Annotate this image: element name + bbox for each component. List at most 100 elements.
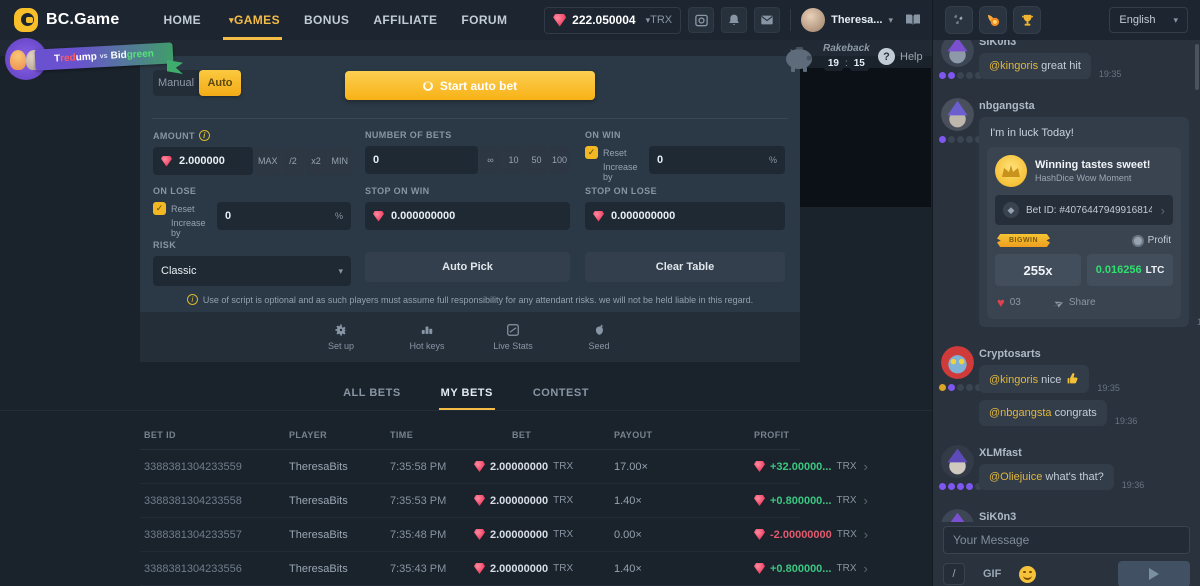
coin-drop-button[interactable] <box>979 6 1007 34</box>
nav-link-affiliate[interactable]: AFFILIATE <box>373 0 437 40</box>
clear-table-button[interactable]: Clear Table <box>585 252 785 282</box>
emoji-button[interactable] <box>1019 566 1036 583</box>
on-lose-reset-checkbox[interactable]: ✓ <box>153 202 166 215</box>
hot-keys-button[interactable]: Hot keys <box>407 323 447 351</box>
vault-button[interactable] <box>688 7 714 33</box>
number-of-bets-group: NUMBER OF BETS 0 ∞ 10 50 100 <box>365 130 570 174</box>
balance-selector[interactable]: 222.050004 TRX <box>544 7 681 34</box>
stop-on-win-value: 0.000000000 <box>391 210 455 222</box>
rakeback-timer-block: Rakeback 19 : 15 <box>823 43 870 71</box>
chat-username[interactable]: XLMfast <box>979 447 1190 459</box>
nav-link-games[interactable]: GAMES <box>225 0 280 40</box>
amount-min-button[interactable]: MIN <box>329 147 352 175</box>
like-button[interactable]: 03 <box>997 295 1021 310</box>
logo[interactable]: BC.Game <box>14 8 119 32</box>
bets-10-button[interactable]: 10 <box>503 146 524 174</box>
mention-link[interactable]: @nbgangsta <box>989 407 1052 419</box>
amount-input[interactable]: 2.000000 <box>153 147 253 175</box>
bets-label: NUMBER OF BETS <box>365 130 452 140</box>
chat-toggle-button[interactable] <box>900 7 926 33</box>
table-row[interactable]: 3388381304233557 TheresaBits 7:35:48 PM … <box>140 518 800 552</box>
stop-on-win-label: STOP ON WIN <box>365 186 430 196</box>
gold-medal-icon <box>995 155 1027 187</box>
slash-commands-button[interactable]: / <box>943 563 965 585</box>
avatar[interactable] <box>941 509 974 522</box>
trx-gem-icon <box>474 461 485 472</box>
auto-pick-button[interactable]: Auto Pick <box>365 252 570 282</box>
messages-button[interactable] <box>754 7 780 33</box>
risk-select[interactable]: Classic <box>153 256 351 286</box>
bets-infinity-button[interactable]: ∞ <box>480 146 501 174</box>
table-row[interactable]: 3388381304233558 TheresaBits 7:35:53 PM … <box>140 484 800 518</box>
info-icon[interactable]: i <box>199 130 210 141</box>
send-message-button[interactable] <box>1118 561 1190 586</box>
bet-id-link[interactable]: ◆ Bet ID: #4076447949916814 <box>995 195 1173 225</box>
amount-double-button[interactable]: x2 <box>306 147 327 175</box>
chat-bubble: @nbgangsta congrats <box>979 400 1107 426</box>
avatar[interactable] <box>941 346 974 379</box>
seed-button[interactable]: Seed <box>579 323 619 351</box>
stop-on-win-input[interactable]: 0.000000000 <box>365 202 570 230</box>
mention-link[interactable]: @kingoris <box>989 374 1038 386</box>
chat-username[interactable]: nbgangsta <box>979 100 1190 112</box>
language-selector[interactable]: English <box>1109 7 1188 33</box>
mention-link[interactable]: @Oliejuice <box>989 471 1042 483</box>
bets-100-button[interactable]: 100 <box>549 146 570 174</box>
on-win-input[interactable]: 0 % <box>649 146 785 174</box>
nav-link-bonus[interactable]: BONUS <box>304 0 349 40</box>
on-lose-input[interactable]: 0 % <box>217 202 351 230</box>
tab-all-bets[interactable]: ALL BETS <box>341 381 403 410</box>
tab-auto[interactable]: Auto <box>199 70 241 96</box>
balance-currency[interactable]: TRX <box>642 14 673 26</box>
setup-button[interactable]: Set up <box>321 323 361 351</box>
tab-my-bets[interactable]: MY BETS <box>439 381 495 410</box>
promo-banner[interactable]: TredumpvsBidgreen <box>5 36 185 80</box>
reset-label: Reset <box>603 148 627 158</box>
bet-amount: 2.00000000 <box>490 461 548 473</box>
notifications-button[interactable] <box>721 7 747 33</box>
tab-contest[interactable]: CONTEST <box>531 381 591 410</box>
user-menu[interactable]: Theresa... ▾ <box>801 8 893 32</box>
stop-on-lose-input[interactable]: 0.000000000 <box>585 202 785 230</box>
table-row[interactable]: 3388381304233556 TheresaBits 7:35:43 PM … <box>140 552 800 586</box>
bet-id: 3388381304233557 <box>144 529 289 541</box>
avatar[interactable] <box>941 98 974 131</box>
nav-link-home[interactable]: HOME <box>163 0 201 40</box>
chevron-right-icon[interactable] <box>863 561 867 576</box>
bets-count-input[interactable]: 0 <box>365 146 478 174</box>
chat-username[interactable]: Cryptosarts <box>979 348 1190 360</box>
chat-message-input[interactable] <box>943 526 1190 554</box>
balance-amount: 222.050004 <box>572 13 635 27</box>
amount-label: AMOUNT <box>153 131 195 141</box>
chevron-right-icon[interactable] <box>864 527 868 542</box>
nav-link-forum[interactable]: FORUM <box>461 0 507 40</box>
amount-max-button[interactable]: MAX <box>255 147 281 175</box>
trx-gem-icon <box>593 211 604 222</box>
rakeback-widget[interactable]: Rakeback 19 : 15 <box>782 43 870 73</box>
col-profit: PROFIT <box>754 430 807 440</box>
share-button[interactable]: Share <box>1051 297 1096 309</box>
mention-link[interactable]: @kingoris <box>989 60 1038 72</box>
chevron-right-icon[interactable] <box>863 459 867 474</box>
bets-50-button[interactable]: 50 <box>526 146 547 174</box>
rain-icon <box>952 13 966 27</box>
on-win-reset-checkbox[interactable]: ✓ <box>585 146 598 159</box>
contest-button[interactable] <box>1013 6 1041 34</box>
start-auto-bet-button[interactable]: Start auto bet <box>345 71 595 100</box>
table-row[interactable]: 3388381304233559 TheresaBits 7:35:58 PM … <box>140 450 800 484</box>
chat-username[interactable]: SiK0n3 <box>979 511 1190 522</box>
gif-button[interactable]: GIF <box>983 568 1001 580</box>
avatar[interactable] <box>941 40 974 67</box>
multiplier-box: 255x <box>995 254 1081 286</box>
reset-label: Reset <box>171 204 195 214</box>
amount-half-button[interactable]: /2 <box>283 147 304 175</box>
coin-rain-button[interactable] <box>945 6 973 34</box>
help-button[interactable]: ? Help <box>878 48 923 65</box>
avatar[interactable] <box>941 445 974 478</box>
chat-username[interactable]: SiK0n3 <box>979 40 1190 48</box>
bet-panel: Manual Auto Start auto bet AMOUNT i 2.00… <box>140 56 800 312</box>
chevron-right-icon[interactable] <box>863 493 867 508</box>
bet-currency: TRX <box>553 529 573 540</box>
time: 7:35:48 PM <box>390 529 474 541</box>
live-stats-button[interactable]: Live Stats <box>493 323 533 351</box>
